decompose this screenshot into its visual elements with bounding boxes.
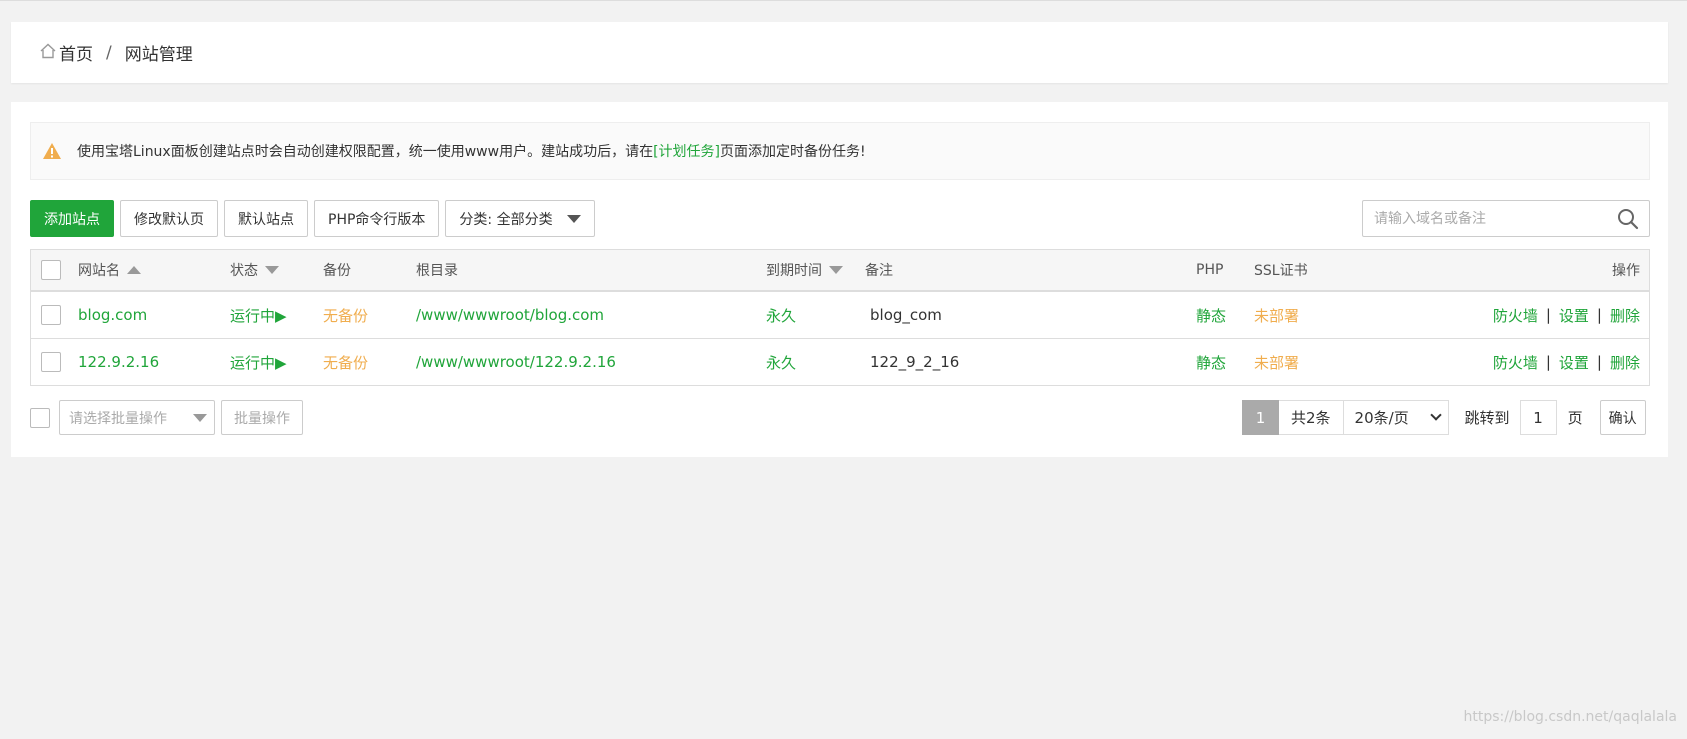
column-header-php: PHP: [1196, 262, 1224, 278]
search-box: [1362, 200, 1650, 237]
site-name-link[interactable]: blog.com: [78, 306, 147, 324]
jump-to-label: 跳转到: [1464, 409, 1510, 427]
breadcrumb-separator: /: [106, 42, 112, 63]
batch-operation-placeholder: 请选择批量操作: [69, 410, 167, 427]
site-php-link[interactable]: 静态: [1196, 305, 1226, 326]
column-header-status-label: 状态: [230, 263, 258, 279]
row-actions: 防火墙 | 设置 | 删除: [1493, 339, 1640, 385]
row-checkbox[interactable]: [41, 305, 61, 325]
column-header-ops: 操作: [1612, 263, 1640, 279]
settings-link[interactable]: 设置: [1559, 305, 1589, 326]
jump-page-input[interactable]: [1519, 400, 1557, 435]
row-checkbox[interactable]: [41, 352, 61, 372]
category-dropdown-label: 分类: 全部分类: [459, 211, 553, 228]
caret-down-icon: [193, 413, 207, 422]
per-page-value: 20条/页: [1354, 409, 1409, 427]
site-root-link[interactable]: /www/wwwroot/122.9.2.16: [416, 353, 616, 371]
site-php-link[interactable]: 静态: [1196, 352, 1226, 373]
warning-icon: [43, 143, 61, 159]
sort-up-icon: [127, 266, 141, 274]
action-separator: |: [1596, 306, 1602, 324]
home-icon[interactable]: [39, 42, 57, 60]
sort-down-icon: [829, 266, 843, 274]
pagination: 1 共2条 20条/页 跳转到 页 确认: [1242, 400, 1646, 435]
column-header-root: 根目录: [416, 263, 458, 279]
notice-banner: 使用宝塔Linux面板创建站点时会自动创建权限配置，统一使用www用户。建站成功…: [30, 122, 1650, 180]
action-separator: |: [1545, 306, 1551, 324]
column-header-expire-label: 到期时间: [766, 263, 822, 279]
caret-down-icon: [566, 214, 581, 223]
site-backup-link[interactable]: 无备份: [323, 305, 368, 326]
site-management-panel: 使用宝塔Linux面板创建站点时会自动创建权限配置，统一使用www用户。建站成功…: [11, 102, 1668, 457]
notice-text-before: 使用宝塔Linux面板创建站点时会自动创建权限配置，统一使用www用户。建站成功…: [77, 144, 654, 160]
search-icon[interactable]: [1617, 208, 1639, 230]
site-backup-link[interactable]: 无备份: [323, 352, 368, 373]
chevron-down-icon: [1429, 409, 1442, 421]
action-separator: |: [1596, 353, 1602, 371]
site-ssl-link[interactable]: 未部署: [1254, 352, 1299, 373]
add-site-button[interactable]: 添加站点: [30, 200, 114, 237]
category-dropdown[interactable]: 分类: 全部分类: [445, 200, 595, 237]
column-header-remark: 备注: [865, 263, 893, 279]
firewall-link[interactable]: 防火墙: [1493, 352, 1538, 373]
sites-table: 网站名 状态 备份 根目录 到期时间 备注 PHP SSL证书 操作 blog.…: [30, 249, 1650, 386]
site-expire-link[interactable]: 永久: [766, 305, 796, 326]
watermark: https://blog.csdn.net/qaqlalala: [1463, 709, 1677, 725]
site-remark[interactable]: blog_com: [870, 306, 942, 324]
site-name-link[interactable]: 122.9.2.16: [78, 353, 159, 371]
page-unit-label: 页: [1567, 409, 1583, 427]
notice-text-after: 页面添加定时备份任务!: [720, 144, 866, 160]
php-cli-version-button[interactable]: PHP命令行版本: [314, 200, 440, 237]
column-header-backup: 备份: [323, 263, 351, 279]
batch-operation-select[interactable]: 请选择批量操作: [59, 400, 215, 435]
column-header-status[interactable]: 状态: [230, 250, 279, 290]
batch-operation-button[interactable]: 批量操作: [221, 400, 303, 435]
sort-down-icon: [265, 266, 279, 274]
scheduled-tasks-link[interactable]: [计划任务]: [653, 141, 720, 161]
site-root-link[interactable]: /www/wwwroot/blog.com: [416, 306, 604, 324]
batch-actions: 请选择批量操作 批量操作: [30, 400, 303, 435]
per-page-select[interactable]: 20条/页: [1343, 400, 1449, 435]
site-status-toggle[interactable]: 运行中▶: [230, 305, 287, 326]
table-header: 网站名 状态 备份 根目录 到期时间 备注 PHP SSL证书 操作: [31, 250, 1649, 292]
row-actions: 防火墙 | 设置 | 删除: [1493, 292, 1640, 338]
total-count: 共2条: [1279, 400, 1344, 435]
breadcrumb-current: 网站管理: [124, 45, 193, 65]
toolbar: 添加站点 修改默认页 默认站点 PHP命令行版本 分类: 全部分类: [30, 200, 601, 237]
batch-select-all-checkbox[interactable]: [30, 407, 50, 428]
edit-default-page-button[interactable]: 修改默认页: [120, 200, 218, 237]
site-expire-link[interactable]: 永久: [766, 352, 796, 373]
breadcrumb-home[interactable]: 首页: [59, 40, 93, 65]
default-site-button[interactable]: 默认站点: [224, 200, 308, 237]
breadcrumb: 首页 / 网站管理: [11, 22, 1668, 83]
column-header-name[interactable]: 网站名: [78, 250, 141, 290]
settings-link[interactable]: 设置: [1559, 352, 1589, 373]
site-ssl-link[interactable]: 未部署: [1254, 305, 1299, 326]
action-separator: |: [1545, 353, 1551, 371]
delete-link[interactable]: 删除: [1610, 352, 1640, 373]
column-header-name-label: 网站名: [78, 263, 120, 279]
site-remark[interactable]: 122_9_2_16: [870, 353, 959, 371]
current-page[interactable]: 1: [1242, 400, 1279, 435]
select-all-checkbox[interactable]: [41, 260, 61, 280]
delete-link[interactable]: 删除: [1610, 305, 1640, 326]
table-row: 122.9.2.16 运行中▶ 无备份 /www/wwwroot/122.9.2…: [31, 339, 1649, 386]
confirm-jump-button[interactable]: 确认: [1599, 400, 1646, 435]
table-row: blog.com 运行中▶ 无备份 /www/wwwroot/blog.com …: [31, 292, 1649, 339]
site-status-toggle[interactable]: 运行中▶: [230, 352, 287, 373]
search-input[interactable]: [1363, 201, 1617, 236]
column-header-ssl: SSL证书: [1254, 263, 1308, 279]
firewall-link[interactable]: 防火墙: [1493, 305, 1538, 326]
column-header-expire[interactable]: 到期时间: [766, 250, 843, 290]
